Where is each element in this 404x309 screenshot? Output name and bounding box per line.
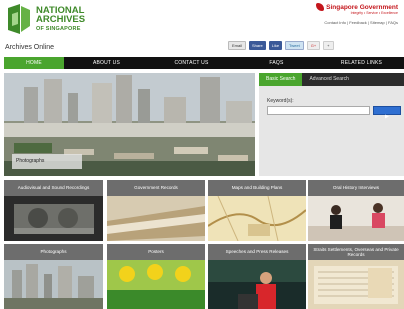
facebook-share-button[interactable]: Share [249, 41, 266, 50]
nav-related-links[interactable]: RELATED LINKS [319, 57, 404, 69]
singapore-government-banner[interactable]: Singapore Government Integrity • Service… [316, 3, 398, 25]
hero-caption[interactable]: Photographs [12, 154, 82, 169]
tweet-button[interactable]: Tweet [285, 41, 304, 50]
tile-title: Straits Settlements, Overseas and Privat… [308, 244, 404, 260]
lion-head-icon [316, 3, 325, 11]
arrow-icon [385, 114, 389, 119]
tile-government-records[interactable]: Government Records [107, 180, 205, 241]
keyword-input[interactable] [267, 106, 370, 115]
nav-home[interactable]: HOME [4, 57, 64, 69]
tile-audiovisual[interactable]: Audiovisual and Sound Recordings [4, 180, 103, 241]
gov-links[interactable]: Contact Info | Feedback | Sitemap | FAQs [316, 20, 398, 25]
speaker-image [208, 260, 306, 309]
tile-title: Government Records [107, 180, 205, 196]
tile-title: Posters [107, 244, 205, 260]
tile-title: Photographs [4, 244, 103, 260]
logo-line-2: ARCHIVES [36, 14, 86, 25]
nav-faqs[interactable]: FAQs [234, 57, 319, 69]
tile-title: Oral History Interviews [308, 180, 404, 196]
documents-image [107, 196, 205, 241]
logo-line-3: OF SINGAPORE [36, 26, 81, 32]
search-tabs: Basic Search Advanced Search [259, 73, 404, 86]
nav-contact-us[interactable]: CONTACT US [149, 57, 234, 69]
tile-title: Maps and Building Plans [208, 180, 306, 196]
tile-photographs[interactable]: Photographs [4, 244, 103, 309]
tab-basic-search[interactable]: Basic Search [259, 73, 303, 86]
more-share-button[interactable]: + [323, 41, 334, 50]
email-button[interactable]: Email [228, 41, 247, 50]
nav-about-us[interactable]: ABOUT US [64, 57, 149, 69]
gov-title: Singapore Government [326, 3, 398, 11]
page: NATIONAL ARCHIVES OF SINGAPORE Singapore… [0, 0, 404, 309]
tab-advanced-search[interactable]: Advanced Search [302, 73, 355, 86]
search-panel: Basic Search Advanced Search Keyword(s): [259, 73, 404, 176]
search-button[interactable] [373, 106, 401, 119]
tile-maps-building-plans[interactable]: Maps and Building Plans [208, 180, 306, 241]
keyword-label: Keyword(s): [267, 98, 294, 104]
main-nav: HOME ABOUT US CONTACT US FAQs RELATED LI… [4, 57, 404, 69]
skyline-image [4, 260, 103, 309]
google-plus-button[interactable]: G+ [306, 41, 321, 50]
map-image [208, 196, 306, 241]
tile-title: Audiovisual and Sound Recordings [4, 180, 103, 196]
gov-tagline: Integrity • Service • Excellence [350, 11, 398, 15]
facebook-like-button[interactable]: Like [268, 41, 283, 50]
poster-image [107, 260, 205, 309]
nas-logo-icon[interactable] [6, 4, 32, 36]
tile-straits-settlements[interactable]: Straits Settlements, Overseas and Privat… [308, 244, 404, 309]
tile-oral-history[interactable]: Oral History Interviews [308, 180, 404, 241]
film-reel-image [4, 196, 103, 241]
site-name: Archives Online [5, 44, 55, 51]
ledger-image [308, 260, 404, 309]
interview-image [308, 196, 404, 241]
share-toolbar: Email Share Like Tweet G+ + [228, 41, 334, 50]
tile-posters[interactable]: Posters [107, 244, 205, 309]
nas-logo-text[interactable]: NATIONAL ARCHIVES OF SINGAPORE [36, 6, 85, 34]
tile-title: Speeches and Press Releases [208, 244, 306, 260]
tile-speeches[interactable]: Speeches and Press Releases [208, 244, 306, 309]
